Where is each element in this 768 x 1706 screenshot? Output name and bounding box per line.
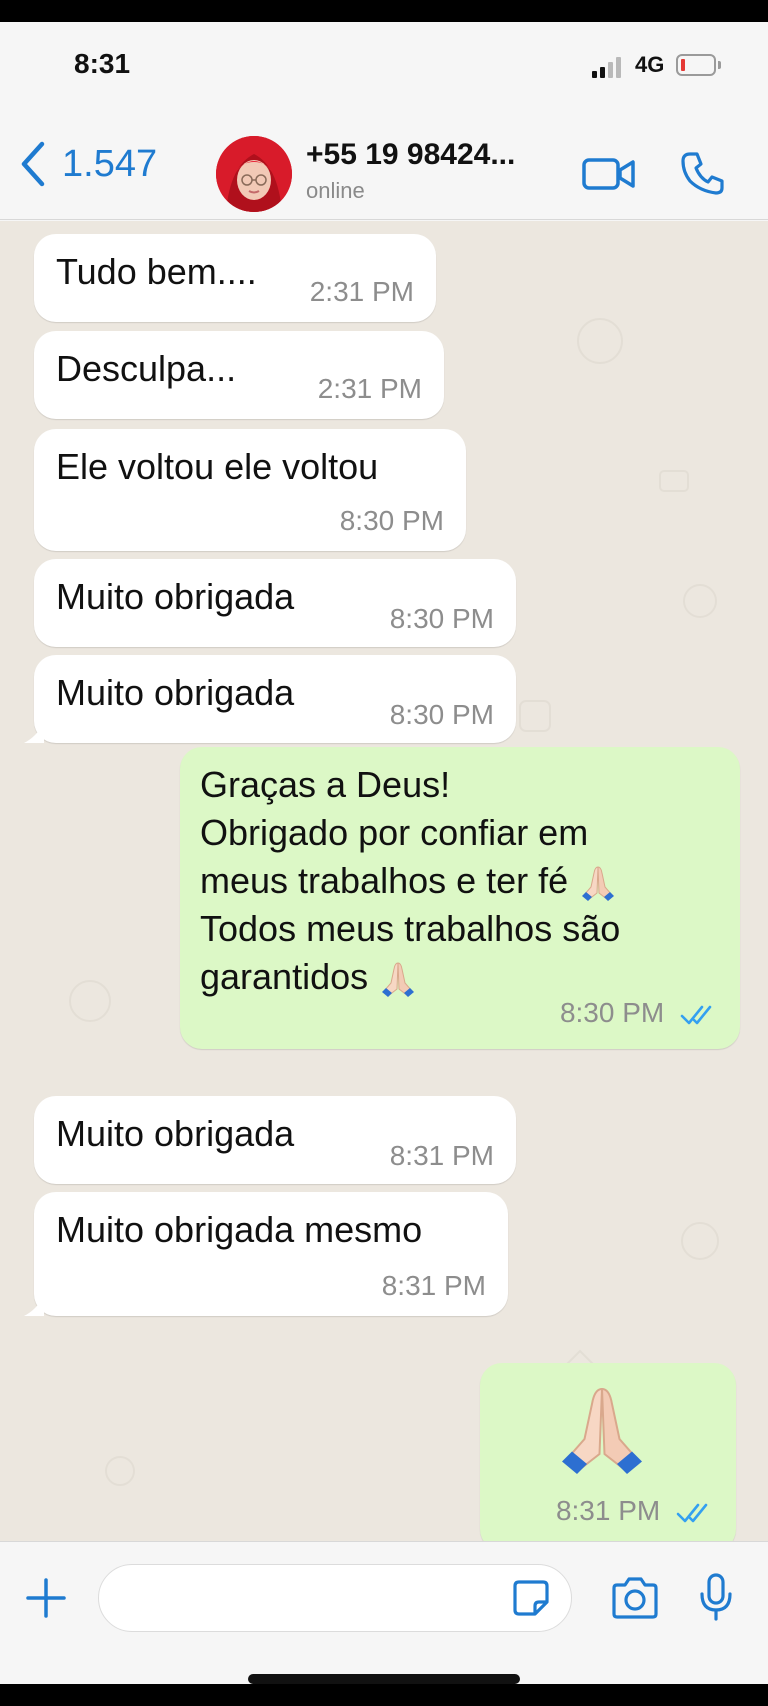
- status-time: 8:31: [74, 48, 131, 79]
- incoming-message[interactable]: Muito obrigada 8:30 PM: [24, 655, 516, 743]
- status-bar: 8:31 4G: [0, 22, 768, 110]
- bubble-tail: [24, 723, 44, 743]
- message-line: Obrigado por confiar em: [200, 812, 589, 853]
- message-time: 2:31 PM: [317, 373, 422, 404]
- unread-chats-count: 1.547: [62, 142, 158, 185]
- camera-button[interactable]: [610, 1576, 660, 1620]
- folded-hands-icon: [562, 1387, 642, 1474]
- read-receipt-icon: [680, 1005, 712, 1024]
- microphone-icon: [700, 1573, 732, 1621]
- folded-hands-icon: [582, 866, 615, 902]
- battery-cap: [718, 61, 721, 69]
- message-line: meus trabalhos e ter fé: [200, 857, 620, 905]
- message-time: 8:30 PM: [389, 603, 494, 634]
- home-indicator[interactable]: [248, 1674, 520, 1684]
- message-time: 8:31 PM: [556, 1495, 716, 1527]
- voice-message-button[interactable]: [698, 1572, 734, 1622]
- message-text: Desculpa...: [56, 348, 237, 389]
- camera-icon: [612, 1577, 658, 1619]
- outgoing-message[interactable]: 8:31 PM: [480, 1363, 736, 1541]
- message-composer: [0, 1541, 768, 1684]
- message-line: Graças a Deus!: [200, 764, 451, 805]
- battery-icon: [676, 54, 716, 76]
- read-receipt-icon: [676, 1503, 708, 1522]
- message-text: Tudo bem....: [56, 251, 257, 292]
- message-text: Muito obrigada: [56, 576, 295, 617]
- bubble-tail: [726, 1531, 734, 1541]
- avatar-photo: [216, 136, 292, 212]
- incoming-message[interactable]: Desculpa... 2:31 PM: [34, 331, 444, 419]
- message-time: 8:30 PM: [389, 699, 494, 730]
- incoming-message[interactable]: Ele voltou ele voltou 8:30 PM: [34, 429, 466, 551]
- message-time: 8:31 PM: [389, 1140, 494, 1171]
- network-type: 4G: [635, 52, 665, 77]
- sticker-icon: [513, 1580, 549, 1616]
- screen-border-top: [0, 0, 768, 22]
- incoming-message[interactable]: Muito obrigada 8:31 PM: [34, 1096, 516, 1184]
- message-text: Ele voltou ele voltou: [56, 446, 379, 487]
- incoming-message[interactable]: Muito obrigada mesmo 8:31 PM: [24, 1192, 508, 1316]
- message-input[interactable]: [119, 1579, 499, 1619]
- contact-name: +55 19 98424...: [306, 138, 516, 171]
- contact-avatar[interactable]: [216, 136, 292, 212]
- contact-status: online: [306, 178, 365, 203]
- outgoing-message[interactable]: Graças a Deus! Obrigado por confiar em m…: [180, 747, 740, 1049]
- message-text: Muito obrigada: [56, 1113, 295, 1154]
- incoming-message[interactable]: Muito obrigada 8:30 PM: [34, 559, 516, 647]
- message-list[interactable]: Tudo bem.... 2:31 PM Desculpa... 2:31 PM…: [0, 221, 768, 1541]
- message-time: 2:31 PM: [309, 276, 414, 307]
- incoming-message[interactable]: Tudo bem.... 2:31 PM: [34, 234, 436, 322]
- chat-header: 1.547 +55 19 98424... online: [0, 110, 768, 220]
- message-line: Todos meus trabalhos são: [200, 908, 621, 949]
- cellular-signal-icon: [592, 56, 628, 78]
- screen-border-bottom: [0, 1684, 768, 1706]
- back-button[interactable]: 1.547: [18, 136, 157, 192]
- whatsapp-chat-screen: 8:31 4G 1.547 +55 19 98424... online Tud…: [0, 22, 768, 1684]
- plus-icon: [26, 1578, 66, 1618]
- message-time: 8:31 PM: [381, 1270, 486, 1301]
- video-camera-icon: [582, 158, 635, 190]
- message-time: 8:30 PM: [560, 997, 720, 1029]
- message-text: Muito obrigada mesmo: [56, 1209, 423, 1250]
- phone-icon: [681, 152, 724, 195]
- folded-hands-icon: [382, 962, 415, 998]
- attach-button[interactable]: [24, 1576, 68, 1620]
- sticker-button[interactable]: [511, 1578, 551, 1618]
- message-time: 8:30 PM: [339, 505, 444, 536]
- message-text: Graças a Deus! Obrigado por confiar em m…: [200, 761, 620, 1001]
- bubble-tail: [24, 1296, 44, 1316]
- message-input-field[interactable]: [98, 1564, 572, 1632]
- message-text: Muito obrigada: [56, 672, 295, 713]
- contact-info[interactable]: +55 19 98424... online: [306, 138, 515, 204]
- voice-call-button[interactable]: [680, 150, 726, 196]
- chevron-left-icon: [21, 141, 45, 187]
- message-line: garantidos: [200, 953, 620, 1001]
- video-call-button[interactable]: [582, 154, 636, 194]
